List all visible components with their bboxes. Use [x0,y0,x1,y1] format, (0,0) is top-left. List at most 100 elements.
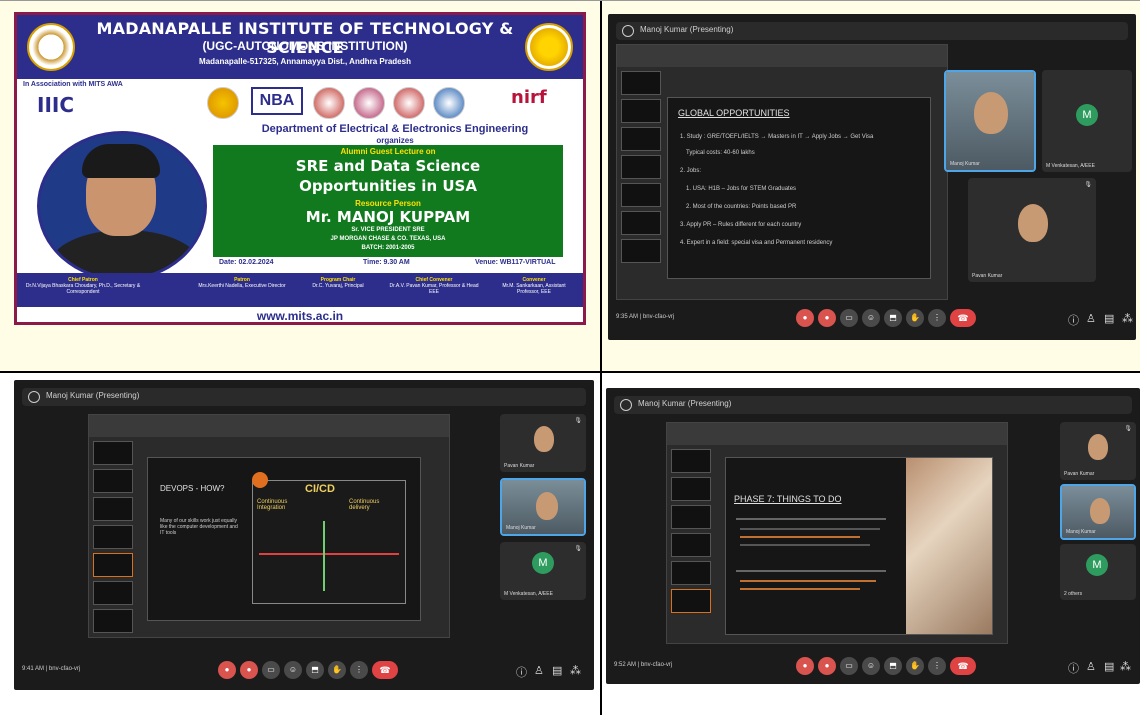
more-icon[interactable]: ⋮ [928,309,946,327]
slide-text: Many of our skills work just equally lik… [160,518,238,536]
share-icon[interactable]: ⬒ [884,657,902,675]
footer-col-body: Dr.C. Yuvaraj, Principal [312,283,364,289]
slide-thumbnail[interactable] [93,525,133,549]
participant-tile-presenter[interactable]: Manoj Kumar [944,70,1036,172]
raise-hand-icon[interactable]: ✋ [328,661,346,679]
people-icon[interactable]: ♙ [534,664,544,677]
participant-tile[interactable]: 🎙 Pavan Kumar [500,414,586,472]
speaker-company: JP MORGAN CHASE & CO. TEXAS, USA [330,236,446,242]
people-icon[interactable]: ♙ [1086,312,1096,325]
captions-icon[interactable]: ▭ [262,661,280,679]
slide-line: 4. Expert in a field: special visa and P… [680,240,833,246]
slide-thumbnail[interactable] [621,127,661,151]
emoji-icon[interactable]: ☺ [862,309,880,327]
raise-hand-icon[interactable]: ✋ [906,309,924,327]
emoji-icon[interactable]: ☺ [862,657,880,675]
mic-icon[interactable]: ● [796,309,814,327]
participant-face [536,492,558,520]
mic-icon: 🎙 [574,418,582,424]
institute-emblem-icon [27,23,75,71]
captions-icon[interactable]: ▭ [840,309,858,327]
slide-thumbnail[interactable] [671,533,711,557]
end-call-icon[interactable]: ☎ [950,309,976,327]
activities-icon[interactable]: ⁂ [570,664,581,677]
footer-col: Convener Mr.M. Sankarkaan, Assistant Prof… [491,277,577,295]
slide-thumbnail[interactable] [93,553,133,577]
camera-icon[interactable]: ● [240,661,258,679]
chat-icon[interactable]: ▤ [1104,312,1114,325]
participant-face [1018,204,1048,242]
iiic-logo: IIIC [37,93,75,117]
diagram-pipeline-line [259,553,399,555]
participant-tile[interactable]: 🎙 Pavan Kumar [1060,422,1136,480]
participant-face [974,92,1008,134]
anniversary-badge-icon [525,23,573,71]
emoji-icon[interactable]: ☺ [284,661,302,679]
info-icon[interactable]: ⓘ [1068,660,1079,676]
camera-icon[interactable]: ● [818,309,836,327]
slide-thumbnail[interactable] [621,239,661,263]
slide-thumbnail[interactable] [93,581,133,605]
website-url: www.mits.ac.in [256,309,344,323]
footer-col-body: Dr.N.Vijaya Bhaskara Choudary, Ph.D., Se… [25,283,141,295]
participant-tile[interactable]: M M Venkatesan, A/EEE [1042,70,1132,172]
slide-thumbnail[interactable] [621,71,661,95]
slide-thumbnail[interactable] [671,449,711,473]
slide-link-line [740,536,860,538]
end-call-icon[interactable]: ☎ [372,661,398,679]
raise-hand-icon[interactable]: ✋ [906,657,924,675]
slide-line: 1. Study : GRE/TOEFL/IELTS → Masters in … [680,134,874,140]
poster-header: MADANAPALLE INSTITUTE OF TECHNOLOGY & SC… [17,15,583,79]
participant-face [534,426,554,452]
slide-thumbnail[interactable] [671,561,711,585]
meeting-title-bar: Manoj Kumar (Presenting) [22,388,586,406]
current-slide: DEVOPS - HOW? Many of our skills work ju… [147,457,421,621]
participant-tile[interactable]: M 2 others [1060,544,1136,600]
participant-tile-presenter[interactable]: Manoj Kumar [1060,484,1136,540]
slide-thumbnail[interactable] [93,441,133,465]
activities-icon[interactable]: ⁂ [1122,312,1133,325]
more-icon[interactable]: ⋮ [928,657,946,675]
camera-icon[interactable]: ● [818,657,836,675]
participant-tile[interactable]: 🎙 Pavan Kumar [968,178,1096,282]
slide-thumbnail[interactable] [93,609,133,633]
info-icon[interactable]: ⓘ [1068,312,1079,328]
chat-icon[interactable]: ▤ [1104,660,1114,673]
info-icon[interactable]: ⓘ [516,664,527,680]
slide-text-line [736,570,886,572]
slide-thumbnails [93,441,133,633]
end-call-icon[interactable]: ☎ [950,657,976,675]
slide-thumbnail[interactable] [621,155,661,179]
speaker-role: Sr. VICE PRESIDENT SRE [351,227,425,233]
slide-thumbnail[interactable] [671,477,711,501]
slide-thumbnail[interactable] [93,497,133,521]
participant-tile[interactable]: 🎙 M M Venkatesan, A/EEE [500,542,586,600]
mic-icon[interactable]: ● [796,657,814,675]
institute-address: Madanapalle-517325, Annamayya Dist., And… [199,57,411,66]
footer-col-body: Dr.A.V. Pavan Kumar, Professor & Head EE… [389,283,479,295]
participant-avatar: M [532,552,554,574]
slide-thumbnail[interactable] [621,211,661,235]
slide-thumbnail[interactable] [93,469,133,493]
share-icon[interactable]: ⬒ [306,661,324,679]
meeting-control-bar: 9:52 AM | bnv-cfao-vrj ● ● ▭ ☺ ⬒ ✋ ⋮ ☎ ⓘ… [614,654,1132,680]
activities-icon[interactable]: ⁂ [1120,660,1131,673]
slide-line: Typical costs: 40-60 lakhs [686,150,755,156]
slide-link-line [740,588,860,590]
mic-icon: 🎙 [574,546,582,552]
slide-thumbnail[interactable] [621,183,661,207]
resource-label: Resource Person [355,199,421,208]
slide-thumbnail[interactable] [671,505,711,529]
chat-icon[interactable]: ▤ [552,664,562,677]
cicd-diagram: CI/CD Continuous Integration Continuous … [252,480,406,604]
participant-tile-presenter[interactable]: Manoj Kumar [500,478,586,536]
more-icon[interactable]: ⋮ [350,661,368,679]
captions-icon[interactable]: ▭ [840,657,858,675]
slide-thumbnail[interactable] [671,589,711,613]
slide-thumbnail[interactable] [621,99,661,123]
share-icon[interactable]: ⬒ [884,309,902,327]
people-icon[interactable]: ♙ [1086,660,1096,673]
ppt-ribbon [89,415,449,437]
mic-icon[interactable]: ● [218,661,236,679]
current-slide: GLOBAL OPPORTUNITIES 1. Study : GRE/TOEF… [667,97,931,279]
